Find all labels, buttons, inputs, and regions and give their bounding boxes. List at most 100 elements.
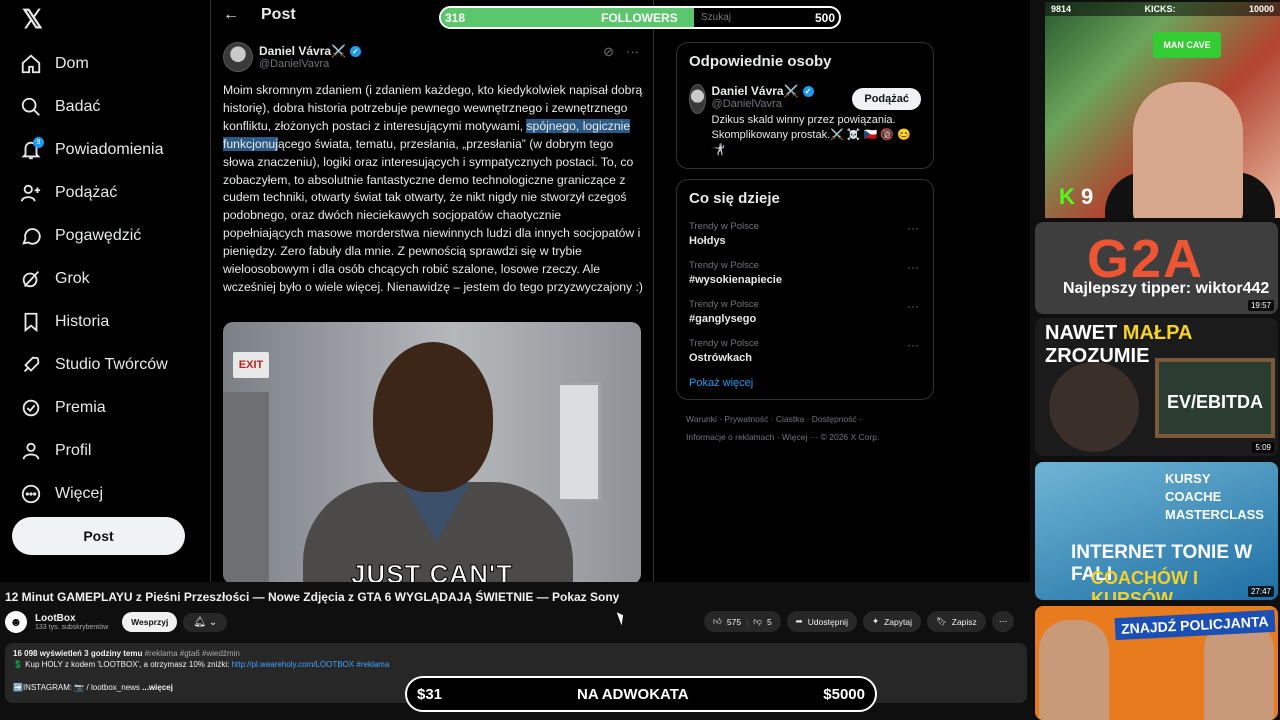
video-title: 12 Minut GAMEPLAYU z Pieśni Przeszłości …: [5, 590, 620, 604]
more-options-icon[interactable]: ···: [626, 44, 639, 60]
recommended-video[interactable]: G2A Najlepszy tipper: wiktor442 19:57: [1035, 222, 1278, 314]
followers-current: 318: [445, 11, 466, 25]
avatar[interactable]: [223, 42, 253, 72]
person-row[interactable]: Daniel Vávra⚔️ ✓ @DanielVavra Dzikus skal…: [689, 84, 921, 158]
share-icon: ➦: [795, 616, 803, 626]
share-button[interactable]: ➦ Udostępnij: [786, 611, 857, 632]
person-name[interactable]: Daniel Vávra⚔️: [712, 84, 799, 98]
thumb-wave-words: KURSY COACHE MASTERCLASS: [1165, 471, 1264, 522]
trend-item[interactable]: Trendy w Polsce #ganglysego ···: [689, 299, 921, 325]
webcam-overlay: MAN CAVE 9814 KICKS: 10000 K 9: [1045, 2, 1280, 218]
trend-item[interactable]: Trendy w Polsce #wysokienapiecie ···: [689, 260, 921, 286]
nav-label: Pogawędzić: [55, 226, 142, 244]
like-button[interactable]: 👍︎ 575 | 👎︎ 5: [704, 611, 781, 632]
notifications-toggle[interactable]: 🔔︎ ⌄: [183, 612, 228, 632]
ask-button[interactable]: ✦ Zapytaj: [862, 611, 921, 632]
support-button[interactable]: Wesprzyj: [122, 612, 178, 632]
relevant-people-card: Odpowiednie osoby Daniel Vávra⚔️ ✓ @Danie…: [676, 42, 934, 169]
author-handle[interactable]: @DanielVavra: [259, 58, 361, 70]
show-more-link[interactable]: ...więcej: [142, 683, 173, 692]
more-options-icon[interactable]: ···: [907, 299, 919, 313]
more-options-icon: ⋯: [998, 616, 1008, 626]
mouse-cursor-icon: [616, 610, 627, 626]
bookmark-icon: [18, 309, 44, 335]
streamer-head: [1133, 82, 1243, 218]
promo-hashtag[interactable]: #reklama: [356, 660, 389, 669]
follow-button[interactable]: Podążać: [852, 88, 921, 110]
card-title: Odpowiednie osoby: [689, 53, 832, 70]
author-name[interactable]: Daniel Vávra⚔️: [259, 44, 346, 58]
gif-caption: JUST CAN'T: [350, 559, 514, 583]
nav-item-profil[interactable]: Profil: [18, 429, 198, 472]
video-actions: 👍︎ 575 | 👎︎ 5 ➦ Udostępnij ✦ Zapytaj 🔖︎ Zapisz …: [704, 611, 1015, 632]
kick-count: 9: [1081, 184, 1094, 209]
trend-meta: Trendy w Polsce: [689, 338, 759, 349]
gif-exit-sign: EXIT: [233, 352, 269, 378]
trend-name: Ostrówkach: [689, 352, 752, 364]
trend-name: #wysokienapiecie: [689, 274, 782, 286]
recommended-video[interactable]: KURSY COACHE MASTERCLASS INTERNET TONIE …: [1035, 462, 1278, 600]
nav-item-grok[interactable]: Grok: [18, 257, 198, 300]
nav-label: Podążać: [55, 183, 118, 201]
nav-item-pogawedzic[interactable]: Pogawędzić: [18, 214, 198, 257]
nav-item-historia[interactable]: Historia: [18, 300, 198, 343]
nav-label: Grok: [55, 269, 90, 287]
nav-item-wiecej[interactable]: Więcej: [18, 472, 198, 515]
post-author[interactable]: Daniel Vávra⚔️ ✓ @DanielVavra: [223, 42, 361, 72]
nav-label: Badać: [55, 97, 101, 115]
post-gif[interactable]: EXIT JUST CAN'T: [223, 322, 641, 582]
trend-meta: Trendy w Polsce: [689, 221, 759, 232]
x-logo-icon[interactable]: 𝕏: [22, 4, 43, 35]
nav-item-dom[interactable]: Dom: [18, 42, 198, 85]
instagram-line[interactable]: ➡️INSTAGRAM: 📷 / lootbox_news: [13, 683, 140, 692]
save-button[interactable]: 🔖︎ Zapisz: [926, 611, 986, 632]
nav-item-podazac[interactable]: Podążać: [18, 171, 198, 214]
divider: |: [746, 616, 749, 627]
nav-label: Premia: [55, 398, 106, 416]
man-cave-sign: MAN CAVE: [1153, 32, 1221, 58]
trend-item[interactable]: Trendy w Polsce Hołdys ···: [689, 221, 921, 247]
footer-line[interactable]: Warunki · Prywatność · Ciastka · Dostępn…: [686, 410, 924, 428]
nav-item-badac[interactable]: Badać: [18, 85, 198, 128]
thumb-down-icon: 👎︎: [753, 616, 762, 626]
thumb-headline-emphasis: MAŁPA: [1122, 322, 1192, 344]
back-arrow-icon[interactable]: ←: [223, 6, 239, 24]
sparkle-icon: ✦: [871, 616, 880, 626]
post-button[interactable]: Post: [12, 517, 185, 555]
kicks-left-stat: 9814: [1051, 4, 1072, 14]
right-sidebar: Odpowiednie osoby Daniel Vávra⚔️ ✓ @Danie…: [676, 42, 934, 446]
nav-item-studio[interactable]: Studio Twórców: [18, 343, 198, 386]
recommended-video[interactable]: ZNAJDŹ POLICJANTA: [1035, 606, 1278, 720]
grok-icon[interactable]: ⊘: [603, 44, 614, 60]
share-label: Udostępnij: [807, 616, 848, 627]
hashtags: #reklama #gta6 #wiedźmin: [144, 649, 240, 658]
page-title: Post: [261, 6, 296, 23]
more-options-icon[interactable]: ···: [907, 260, 919, 274]
more-actions-button[interactable]: ⋯: [991, 611, 1015, 632]
more-options-icon[interactable]: ···: [907, 338, 919, 352]
nav-label: Historia: [55, 312, 110, 330]
avatar[interactable]: [689, 84, 706, 114]
recommended-video[interactable]: NAWET MAŁPA ZROZUMIE EV/EBITDA 5:09: [1035, 318, 1278, 456]
chat-icon: [18, 223, 44, 249]
ask-label: Zapytaj: [884, 616, 912, 627]
show-more-link[interactable]: Pokaż więcej: [689, 377, 921, 389]
footer-line[interactable]: Informacje o reklamach · Więcej ··· © 20…: [686, 428, 924, 446]
verified-icon: ✓: [802, 85, 814, 97]
trends-card: Co się dzieje Trendy w Polsce Hołdys ··· T…: [676, 179, 934, 400]
channel-avatar[interactable]: ☻: [5, 611, 27, 633]
nav-item-powiadomienia[interactable]: 9 Powiadomienia: [18, 128, 198, 171]
trend-item[interactable]: Trendy w Polsce Ostrówkach ···: [689, 338, 921, 364]
more-options-icon[interactable]: ···: [907, 221, 919, 235]
nav-item-premia[interactable]: Premia: [18, 386, 198, 429]
advocate-current: $31: [417, 686, 443, 703]
notification-badge: 9: [33, 136, 44, 148]
premium-icon: [18, 395, 44, 421]
advocate-goal: $5000: [823, 686, 865, 703]
followers-goal: 500: [814, 11, 835, 25]
nav-label: Profil: [55, 441, 92, 459]
thumb-ape-figure: [1049, 362, 1139, 452]
promo-link[interactable]: http://pl.weareholy.com/LOOTBOX: [232, 660, 355, 669]
card-title: Co się dzieje: [689, 190, 780, 207]
channel-name[interactable]: LootBox: [35, 613, 108, 624]
